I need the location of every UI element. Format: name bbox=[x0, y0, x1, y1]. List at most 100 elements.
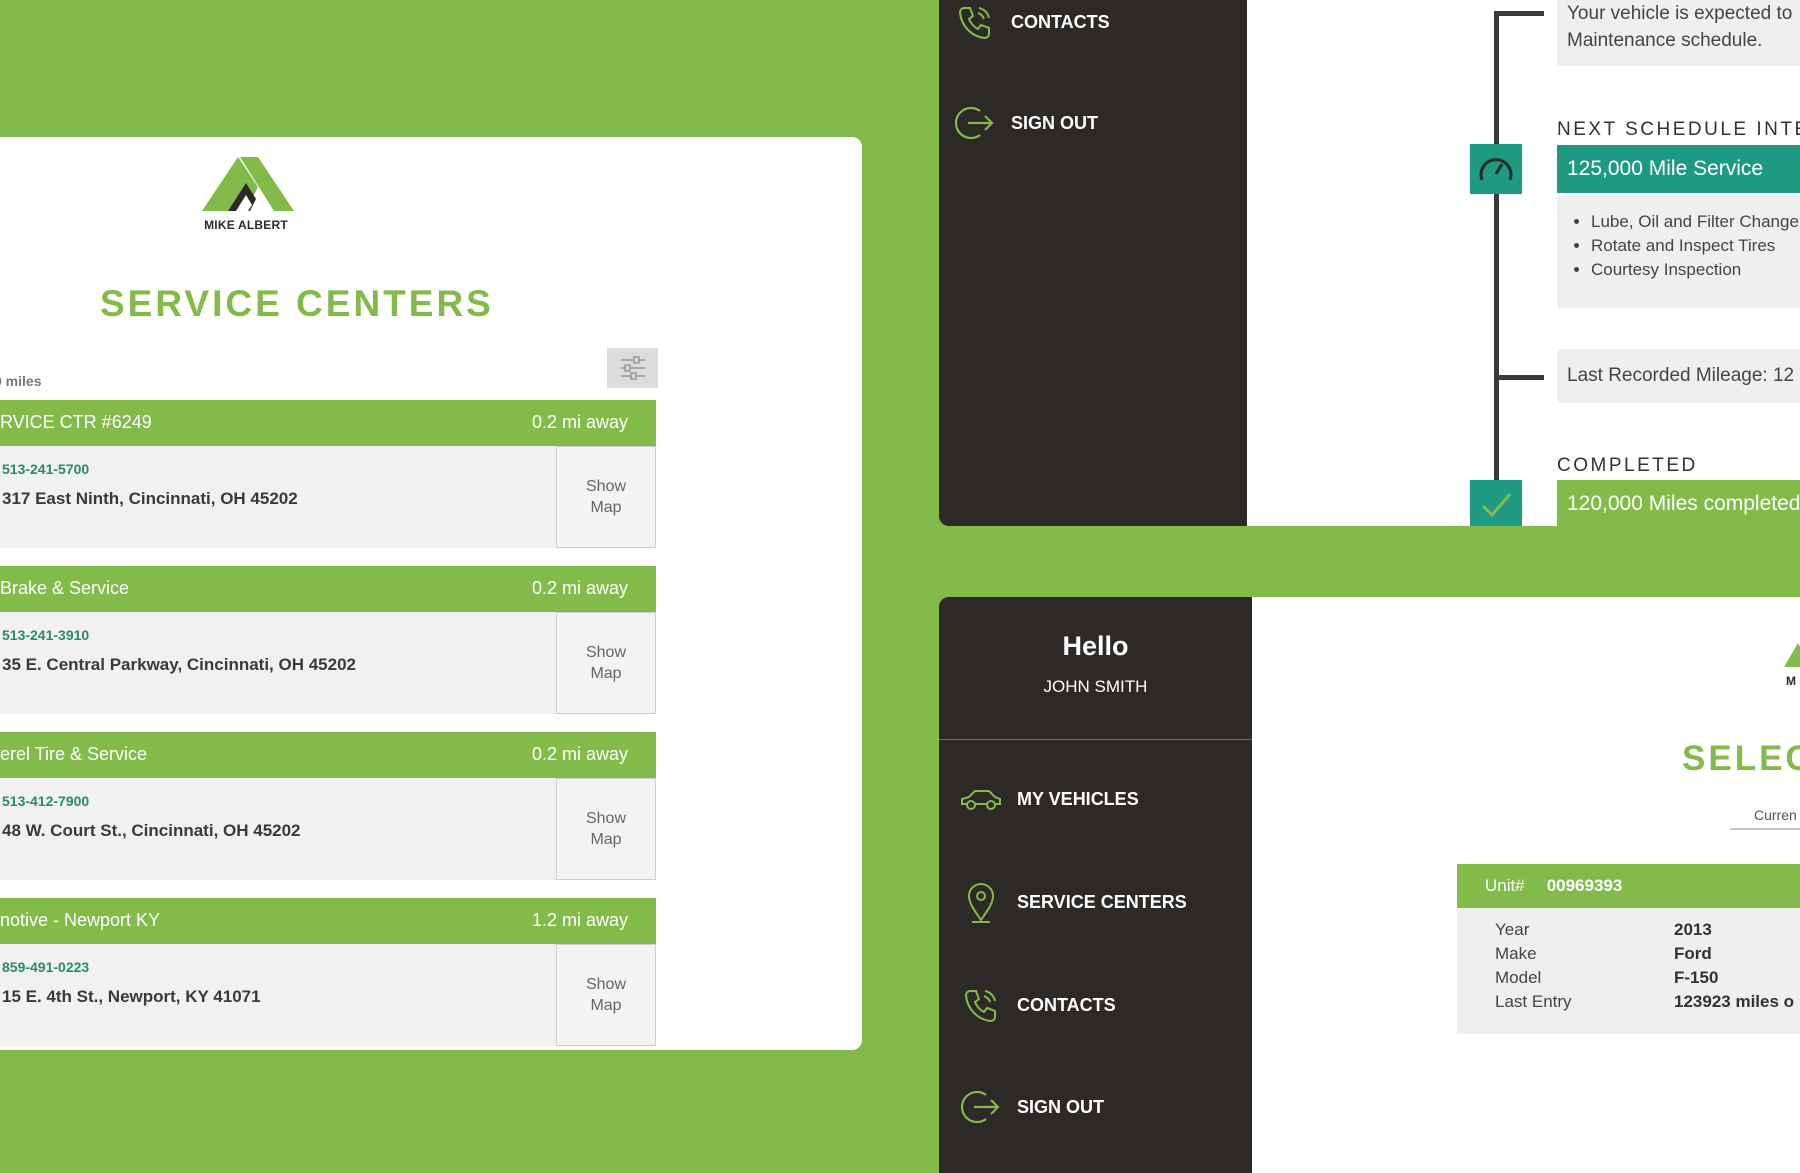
service-center-address: 317 East Ninth, Cincinnati, OH 45202 bbox=[2, 489, 298, 508]
service-centers-card: MIKE ALBERT SERVICE CENTERS 0 miles RVIC… bbox=[0, 137, 862, 1050]
service-center-phone[interactable]: 513-412-7900 bbox=[2, 793, 89, 809]
service-center-phone[interactable]: 513-241-3910 bbox=[2, 627, 89, 643]
mike-albert-logo-mark bbox=[1784, 643, 1800, 667]
service-center-item: RVICE CTR #6249 0.2 mi away 513-241-5700… bbox=[0, 400, 656, 594]
phone-icon bbox=[957, 981, 1005, 1029]
vehicle-field-label: Model bbox=[1495, 968, 1542, 987]
top-sidebar-nav: CONTACTS SIGN OUT bbox=[939, 0, 1247, 526]
filter-button[interactable] bbox=[607, 348, 658, 388]
task-item: Rotate and Inspect Tires bbox=[1591, 234, 1800, 258]
task-item: Lube, Oil and Filter Change bbox=[1591, 210, 1800, 234]
next-schedule-heading: NEXT SCHEDULE INTE bbox=[1557, 119, 1800, 140]
show-map-label: Show Map bbox=[585, 644, 627, 682]
service-center-address: 35 E. Central Parkway, Cincinnati, OH 45… bbox=[2, 655, 357, 674]
expected-maintenance-line1: Your vehicle is expected to bbox=[1567, 3, 1793, 24]
vehicle-card-header: Unit# 00969393 bbox=[1457, 864, 1800, 908]
sliders-icon bbox=[620, 356, 645, 380]
nav-item-label: MY VEHICLES bbox=[1017, 788, 1139, 809]
service-center-item: erel Tire & Service 0.2 mi away 513-412-… bbox=[0, 732, 656, 926]
service-center-name: erel Tire & Service bbox=[0, 744, 148, 764]
phone-icon bbox=[951, 0, 999, 46]
unit-label: Unit# bbox=[1485, 876, 1525, 895]
nav-item-label: SIGN OUT bbox=[1017, 1096, 1105, 1117]
nav-item-contacts[interactable]: CONTACTS bbox=[951, 0, 1110, 50]
service-center-details: 859-491-0223 15 E. 4th St., Newport, KY … bbox=[0, 944, 656, 1046]
service-center-name: Brake & Service bbox=[0, 578, 130, 598]
page-title: SERVICE CENTERS bbox=[100, 283, 494, 324]
show-map-button[interactable]: Show Map bbox=[556, 778, 656, 880]
show-map-label: Show Map bbox=[585, 478, 627, 516]
last-recorded-mileage: Last Recorded Mileage: 12 bbox=[1557, 349, 1800, 403]
vehicle-field-value: F-150 bbox=[1674, 968, 1719, 987]
vehicle-card[interactable]: Unit# 00969393 Year 2013 Make Ford Model… bbox=[1457, 864, 1800, 1034]
filter-underline bbox=[1730, 828, 1800, 830]
service-center-item: notive - Newport KY 1.2 mi away 859-491-… bbox=[0, 898, 656, 1050]
completed-heading: COMPLETED bbox=[1557, 455, 1698, 476]
vehicle-field-value: 123923 miles o bbox=[1674, 992, 1795, 1011]
show-map-button[interactable]: Show Map bbox=[556, 612, 656, 714]
nav-item-sign-out[interactable]: SIGN OUT bbox=[951, 95, 1098, 151]
next-service-tasks: Lube, Oil and Filter Change Rotate and I… bbox=[1557, 196, 1800, 308]
service-center-header[interactable]: erel Tire & Service 0.2 mi away bbox=[0, 732, 656, 778]
service-center-name: notive - Newport KY bbox=[0, 910, 161, 930]
user-name: JOHN SMITH bbox=[1043, 677, 1148, 696]
nav-item-label: CONTACTS bbox=[1017, 994, 1116, 1015]
completed-service-title[interactable]: 120,000 Miles completed a bbox=[1557, 480, 1800, 526]
select-vehicle-panel: M SELECT Curren Unit# 00969393 Year 2013… bbox=[1252, 597, 1800, 1173]
sign-out-icon bbox=[957, 1083, 1005, 1131]
nav-item-service-centers[interactable]: SERVICE CENTERS bbox=[957, 874, 1187, 930]
show-map-button[interactable]: Show Map bbox=[556, 944, 656, 1046]
timeline-line bbox=[1494, 11, 1499, 511]
search-radius-label: 0 miles bbox=[0, 373, 42, 389]
expected-maintenance-note: Your vehicle is expected to Maintenance … bbox=[1557, 0, 1800, 66]
page-title: SELECT bbox=[1682, 739, 1800, 778]
vehicle-field-value: 2013 bbox=[1674, 920, 1712, 939]
nav-item-my-vehicles[interactable]: MY VEHICLES bbox=[957, 771, 1139, 827]
show-map-label: Show Map bbox=[585, 810, 627, 848]
unit-number: 00969393 bbox=[1546, 876, 1623, 895]
nav-item-label: CONTACTS bbox=[1011, 11, 1110, 32]
service-center-distance: 0.2 mi away bbox=[531, 578, 628, 598]
vehicle-field-value: Ford bbox=[1674, 944, 1712, 963]
service-center-distance: 1.2 mi away bbox=[531, 910, 628, 930]
service-center-details: 513-412-7900 48 W. Court St., Cincinnati… bbox=[0, 778, 656, 880]
service-center-phone[interactable]: 513-241-5700 bbox=[2, 461, 89, 477]
service-center-name: RVICE CTR #6249 bbox=[0, 412, 152, 432]
service-center-header[interactable]: notive - Newport KY 1.2 mi away bbox=[0, 898, 656, 944]
show-map-button[interactable]: Show Map bbox=[556, 446, 656, 548]
expected-maintenance-line2: Maintenance schedule. bbox=[1567, 30, 1763, 51]
service-center-distance: 0.2 mi away bbox=[531, 412, 628, 432]
greeting: Hello bbox=[1062, 631, 1129, 661]
service-center-phone[interactable]: 859-491-0223 bbox=[2, 959, 89, 975]
nav-item-label: SIGN OUT bbox=[1011, 112, 1099, 133]
current-filter-label[interactable]: Curren bbox=[1754, 807, 1797, 823]
checkmark-icon bbox=[1470, 480, 1522, 526]
nav-item-sign-out[interactable]: SIGN OUT bbox=[957, 1079, 1104, 1135]
logo-wordmark: MIKE ALBERT bbox=[204, 218, 288, 232]
car-icon bbox=[957, 775, 1005, 823]
service-center-address: 15 E. 4th St., Newport, KY 41071 bbox=[2, 987, 261, 1006]
logo-wordmark-partial: M bbox=[1786, 674, 1797, 688]
task-item: Courtesy Inspection bbox=[1591, 258, 1800, 282]
next-service-title[interactable]: 125,000 Mile Service bbox=[1557, 145, 1800, 193]
mike-albert-logo-mark bbox=[202, 157, 294, 211]
service-center-details: 513-241-3910 35 E. Central Parkway, Cinc… bbox=[0, 612, 656, 714]
service-center-item: Brake & Service 0.2 mi away 513-241-3910… bbox=[0, 566, 656, 760]
timeline-connector bbox=[1494, 11, 1544, 16]
speedometer-icon bbox=[1470, 144, 1522, 194]
sign-out-icon bbox=[951, 99, 999, 147]
service-center-details: 513-241-5700 317 East Ninth, Cincinnati,… bbox=[0, 446, 656, 548]
vehicle-field-label: Make bbox=[1495, 944, 1537, 963]
bottom-sidebar-nav: Hello JOHN SMITH MY VEHICLES SERVICE CEN… bbox=[939, 597, 1252, 1173]
mike-albert-logo: MIKE ALBERT bbox=[198, 155, 294, 232]
service-center-address: 48 W. Court St., Cincinnati, OH 45202 bbox=[2, 821, 301, 840]
service-center-header[interactable]: Brake & Service 0.2 mi away bbox=[0, 566, 656, 612]
show-map-label: Show Map bbox=[585, 976, 627, 1014]
vehicle-field-label: Year bbox=[1495, 920, 1530, 939]
nav-item-contacts[interactable]: CONTACTS bbox=[957, 977, 1116, 1033]
service-center-header[interactable]: RVICE CTR #6249 0.2 mi away bbox=[0, 400, 656, 446]
nav-item-label: SERVICE CENTERS bbox=[1017, 891, 1187, 912]
service-center-distance: 0.2 mi away bbox=[531, 744, 628, 764]
maintenance-timeline: Your vehicle is expected to Maintenance … bbox=[1247, 0, 1800, 526]
vehicle-field-label: Last Entry bbox=[1495, 992, 1572, 1011]
